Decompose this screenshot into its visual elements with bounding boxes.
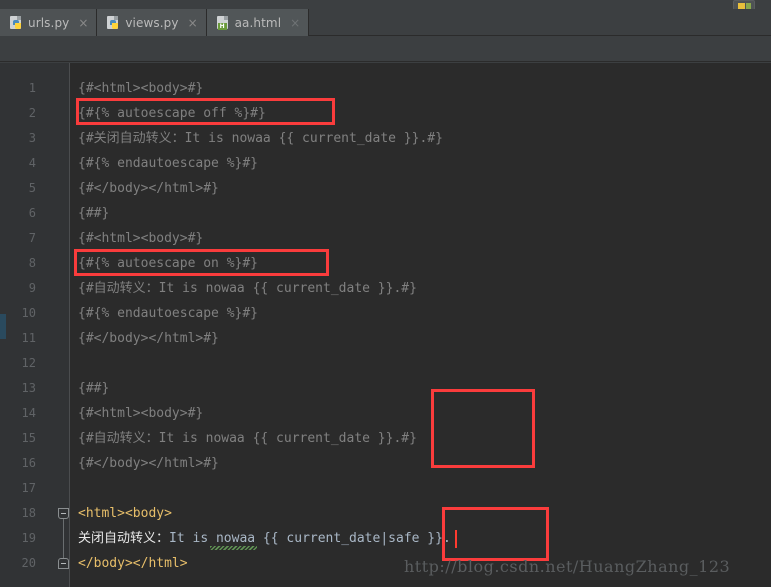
editor-tab-views-py[interactable]: views.py × [97,9,207,36]
code-line[interactable]: 16 {#</body></html>#} [0,451,771,476]
code-span: 关闭自动转义： [78,531,170,546]
code-line[interactable]: 11 {#</body></html>#} [0,326,771,351]
line-number: 13 [21,381,36,395]
code-editor[interactable]: 1 {#<html><body>#} 2 {#{% autoescape off %}… [0,63,771,587]
code-line-text[interactable]: {#<html><body>#} [78,76,203,101]
code-line-text[interactable]: {#<html><body>#} [78,401,203,426]
python-file-icon [10,15,23,30]
code-span: {#<html><body>#} [78,81,204,96]
editor-tab-label: aa.html [234,15,282,30]
code-line[interactable]: 12 [0,351,771,376]
code-line[interactable]: 6 {##} [0,201,771,226]
line-number: 15 [21,431,36,445]
code-span: {#</body></html>#} [78,456,219,471]
code-span: {#</body></html>#} [78,181,219,196]
code-line-text[interactable]: {#{% autoescape on %}#} [78,251,258,276]
code-line[interactable]: 1 {#<html><body>#} [0,76,771,101]
run-config-icon[interactable] [733,0,755,9]
editor-tab-aa-html[interactable]: Haa.html × [206,9,310,36]
editor-tab-label: urls.py [28,15,70,30]
code-span: {#自动转义：It is nowaa {{ current_date }}.#} [78,281,417,296]
code-line-text[interactable]: {#</body></html>#} [78,451,219,476]
code-span: {#</body></html>#} [78,331,219,346]
code-line-text[interactable]: {#{% endautoescape %}#} [78,301,258,326]
code-span: {#<html><body>#} [78,406,204,421]
code-span: {#{% endautoescape %}#} [78,306,259,321]
code-span: {#{% autoescape on %}#} [78,256,259,271]
code-line-text[interactable]: {#{% endautoescape %}#} [78,151,258,176]
code-line[interactable]: 10 {#{% endautoescape %}#} [0,301,771,326]
line-number: 2 [28,106,36,120]
watermark-url: http://blog.csdn.net/HuangZhang_123 [404,557,731,576]
code-line-text[interactable]: {#自动转义：It is nowaa {{ current_date }}.#} [78,276,417,301]
code-line-text[interactable]: {##} [78,201,109,226]
line-number: 18 [21,506,36,520]
editor-tab-bar: urls.py × views.py × Haa.html × [0,9,771,36]
ide-window: urls.py × views.py × Haa.html × 1 {#<html><bod… [0,0,771,587]
code-line[interactable]: 19 关闭自动转义：It is nowaa {{ current_date|saf… [0,526,771,551]
python-file-icon [107,15,120,30]
code-span: {#<html><body>#} [78,231,204,246]
window-top-strip [0,0,771,9]
line-number: 11 [21,331,36,345]
line-number: 14 [21,406,36,420]
line-number: 3 [28,131,36,145]
line-number: 1 [28,81,36,95]
code-line[interactable]: 4 {#{% endautoescape %}#} [0,151,771,176]
code-line[interactable]: 13 {##} [0,376,771,401]
code-line[interactable]: 15 {#自动转义：It is nowaa {{ current_date }}.… [0,426,771,451]
code-line-text[interactable]: {#<html><body>#} [78,226,203,251]
code-line[interactable]: 8 {#{% autoescape on %}#} [0,251,771,276]
code-span: It is nowaa {{ current_date|safe }}. [169,531,451,546]
code-line[interactable]: 2 {#{% autoescape off %}#} [0,101,771,126]
code-line-text[interactable]: <html><body> [78,501,172,526]
line-number: 9 [28,281,36,295]
close-icon[interactable]: × [290,17,300,29]
code-line[interactable]: 17 [0,476,771,501]
line-number: 16 [21,456,36,470]
line-number: 6 [28,206,36,220]
line-number: 20 [21,556,36,570]
editor-tab-label: views.py [125,15,179,30]
code-span: {#自动转义：It is nowaa {{ current_date }}.#} [78,431,417,446]
code-span: {#关闭自动转义：It is nowaa {{ current_date }}.… [78,131,443,146]
code-line-text[interactable]: {#自动转义：It is nowaa {{ current_date }}.#} [78,426,417,451]
editor-tab-urls-py[interactable]: urls.py × [0,9,98,36]
line-number: 4 [28,156,36,170]
close-icon[interactable]: × [78,17,88,29]
close-icon[interactable]: × [188,17,198,29]
code-span: <html><body> [78,506,172,521]
line-number: 17 [21,481,36,495]
code-span: {##} [78,206,110,221]
line-number: 7 [28,231,36,245]
code-line[interactable]: 3 {#关闭自动转义：It is nowaa {{ current_date }}… [0,126,771,151]
code-line[interactable]: 5 {#</body></html>#} [0,176,771,201]
code-line[interactable]: 7 {#<html><body>#} [0,226,771,251]
code-line-text[interactable]: {#关闭自动转义：It is nowaa {{ current_date }}.… [78,126,443,151]
code-line-text[interactable]: </body></html> [78,551,188,576]
code-line[interactable]: 9 {#自动转义：It is nowaa {{ current_date }}.#… [0,276,771,301]
code-line-text[interactable]: {#</body></html>#} [78,176,219,201]
code-span: {#{% endautoescape %}#} [78,156,259,171]
line-number: 5 [28,181,36,195]
code-line[interactable]: 14 {#<html><body>#} [0,401,771,426]
code-line[interactable]: 18 <html><body> [0,501,771,526]
line-number: 19 [21,531,36,545]
line-number: 12 [21,356,36,370]
code-line-text[interactable]: 关闭自动转义：It is nowaa {{ current_date|safe … [78,526,451,551]
line-number: 8 [28,256,36,270]
html-file-icon: H [216,15,230,30]
code-line-text[interactable]: {#{% autoescape off %}#} [78,101,266,126]
breadcrumb-bar [0,36,771,62]
code-span: {##} [78,381,110,396]
code-line-text[interactable]: {#</body></html>#} [78,326,219,351]
code-line-text[interactable]: {##} [78,376,109,401]
code-span: </body></html> [78,556,188,571]
line-number: 10 [21,306,36,320]
code-span: {#{% autoescape off %}#} [78,106,266,121]
